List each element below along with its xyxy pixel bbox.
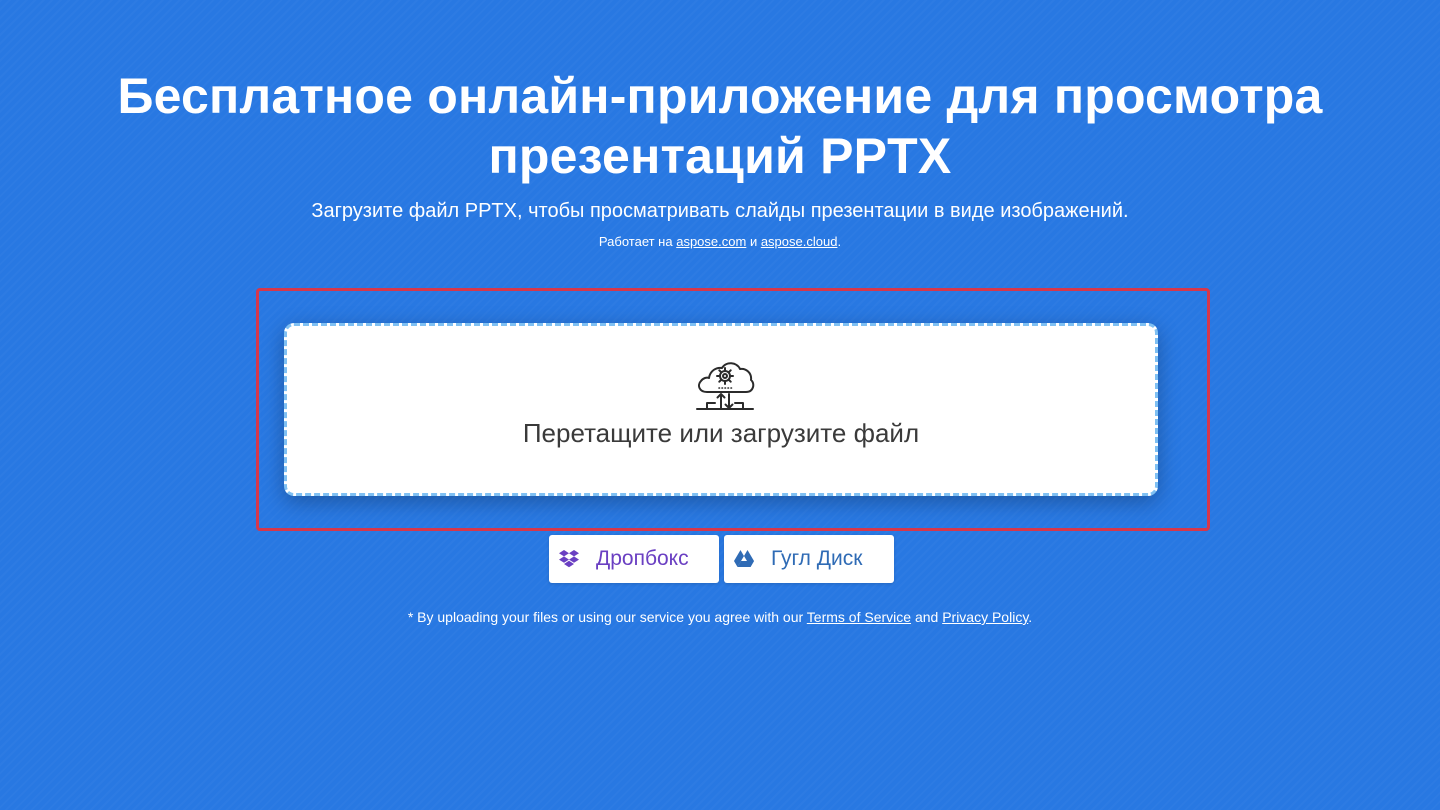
terms-conjunction: and (914, 609, 939, 625)
powered-by-text: Работает на aspose.com и aspose.cloud. (0, 234, 1440, 250)
terms-prefix: * By uploading your files or using our s… (407, 609, 804, 625)
powered-by-prefix: Работает на (598, 234, 673, 249)
aspose-com-link[interactable]: aspose.com (676, 234, 746, 249)
page-title-line1: Бесплатное онлайн-приложение для просмот… (117, 68, 1323, 124)
powered-by-suffix: . (837, 234, 842, 249)
google-drive-button-label: Гугл Диск (771, 547, 863, 570)
file-drop-zone[interactable]: Перетащите или загрузите файл (284, 323, 1158, 496)
page-title-line2: презентаций PPTX (488, 128, 952, 184)
dropbox-icon (557, 547, 581, 571)
terms-of-service-link[interactable]: Terms of Service (807, 609, 911, 625)
dropbox-button-label: Дропбокс (596, 547, 689, 570)
privacy-policy-link[interactable]: Privacy Policy (942, 609, 1028, 625)
aspose-cloud-link[interactable]: aspose.cloud (761, 234, 838, 249)
powered-by-conjunction: и (749, 234, 758, 249)
drop-zone-label: Перетащите или загрузите файл (522, 418, 920, 448)
terms-suffix: . (1028, 609, 1033, 625)
cloud-upload-gear-icon (696, 362, 755, 410)
google-drive-icon (732, 547, 756, 571)
terms-notice: * By uploading your files or using our s… (0, 608, 1440, 626)
page-subtitle: Загрузите файл PPTX, чтобы просматривать… (311, 200, 1129, 222)
google-drive-button[interactable]: Гугл Диск (724, 535, 894, 583)
page-title: Бесплатное онлайн-приложение для просмот… (0, 66, 1440, 186)
dropbox-button[interactable]: Дропбокс (549, 535, 719, 583)
